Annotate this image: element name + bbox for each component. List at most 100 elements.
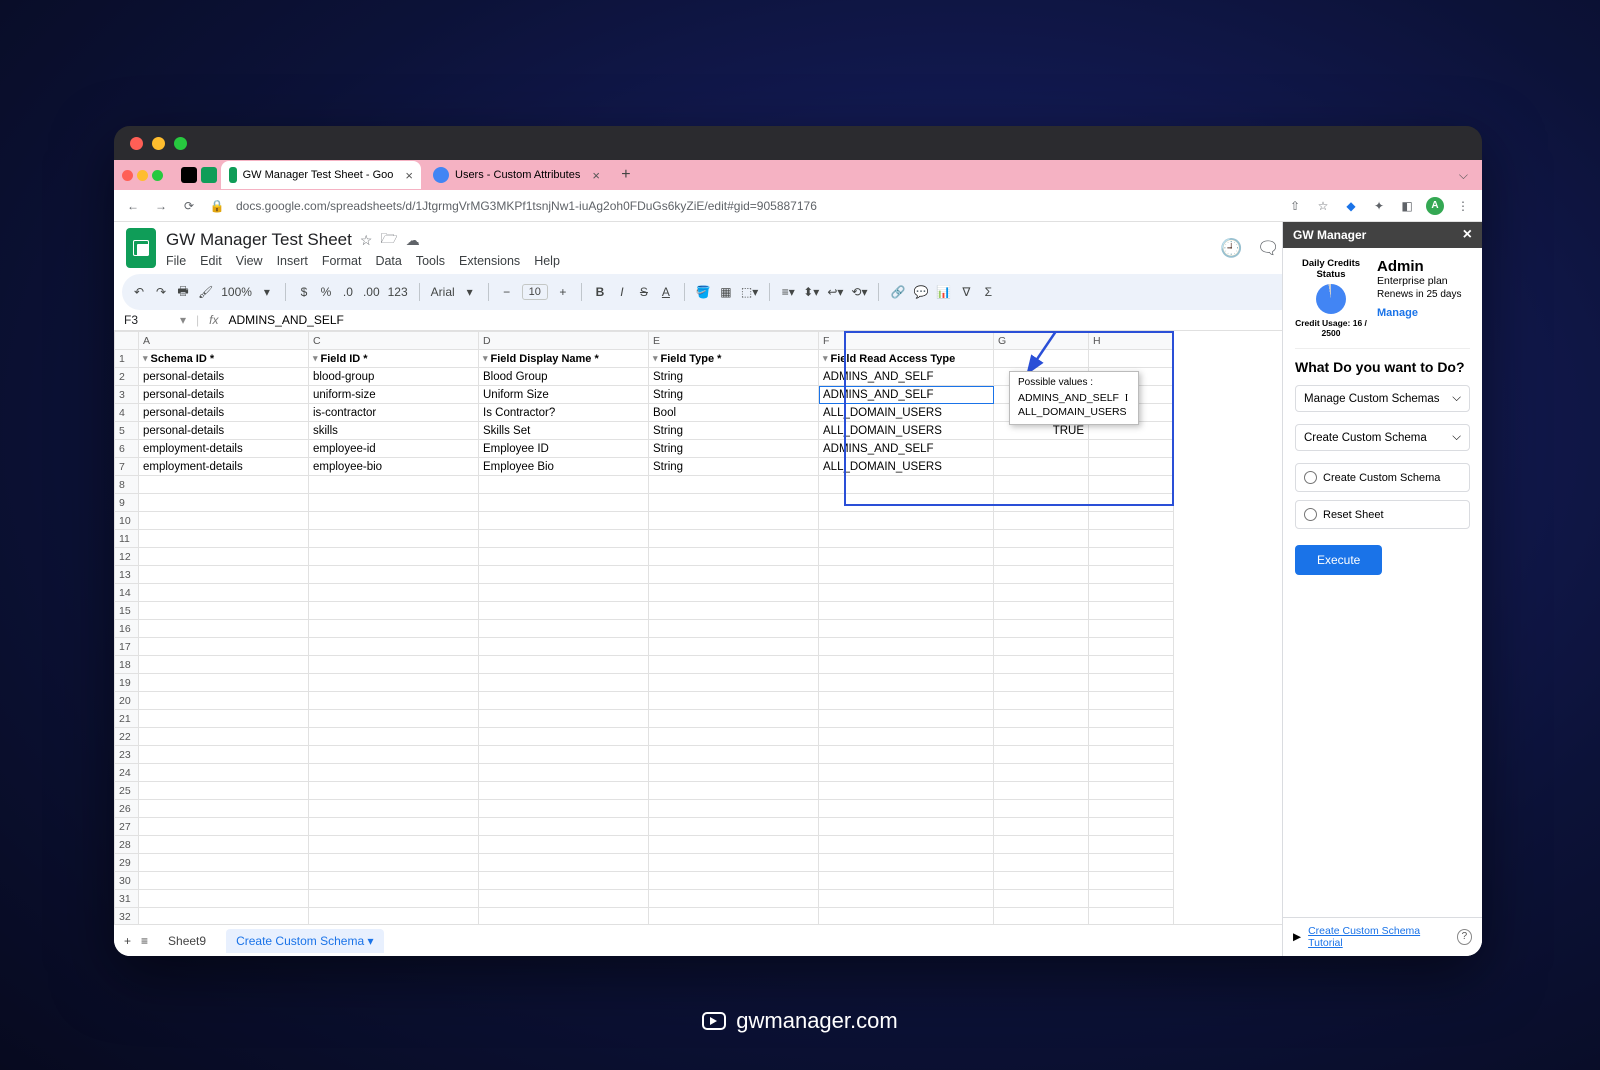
cell[interactable] [479,746,649,764]
cell[interactable] [479,782,649,800]
cell[interactable] [649,494,819,512]
cell[interactable] [139,656,309,674]
cell[interactable] [649,746,819,764]
cell[interactable] [309,674,479,692]
cell[interactable] [819,872,994,890]
option-reset-sheet[interactable]: Reset Sheet [1295,500,1470,529]
cell[interactable] [819,566,994,584]
cell[interactable] [309,728,479,746]
fill-color-icon[interactable]: 🪣 [696,285,711,299]
move-icon[interactable]: 🗁 [380,228,397,252]
row-header[interactable]: 19 [115,674,139,692]
cell[interactable] [479,908,649,925]
cell[interactable]: personal-details [139,422,309,440]
cell[interactable] [309,692,479,710]
cell[interactable]: uniform-size [309,386,479,404]
cell[interactable] [649,548,819,566]
column-header[interactable]: E [649,332,819,350]
cell[interactable] [819,584,994,602]
row-header[interactable]: 24 [115,764,139,782]
browser-tab[interactable]: Users - Custom Attributes × [425,161,608,189]
cell[interactable] [139,566,309,584]
row-header[interactable]: 25 [115,782,139,800]
cell[interactable] [649,818,819,836]
print-icon[interactable]: 🖶 [176,282,190,303]
cell[interactable] [309,836,479,854]
close-icon[interactable]: × [1463,226,1472,244]
cell[interactable]: String [649,368,819,386]
cell[interactable] [1089,818,1174,836]
decrease-font-icon[interactable]: − [500,285,514,299]
cell[interactable] [994,890,1089,908]
cell[interactable] [1089,800,1174,818]
cell[interactable]: String [649,422,819,440]
cell[interactable] [819,674,994,692]
row-header[interactable]: 4 [115,404,139,422]
cell[interactable] [1089,566,1174,584]
cell[interactable] [1089,584,1174,602]
close-icon[interactable]: × [405,168,413,183]
window-zoom-icon[interactable] [174,137,187,150]
cell[interactable] [139,890,309,908]
font-select[interactable]: Arial [431,285,455,299]
row-header[interactable]: 22 [115,728,139,746]
cell[interactable] [1089,638,1174,656]
cell[interactable] [649,836,819,854]
more-formats-icon[interactable]: 123 [388,285,408,299]
star-icon[interactable]: ☆ [360,232,373,249]
menu-file[interactable]: File [166,254,186,268]
cell[interactable] [479,584,649,602]
menu-edit[interactable]: Edit [200,254,222,268]
column-header[interactable]: C [309,332,479,350]
help-icon[interactable]: ? [1457,929,1472,945]
cell[interactable] [819,782,994,800]
window-minimize-icon[interactable] [152,137,165,150]
cell[interactable] [649,476,819,494]
cell[interactable] [994,440,1089,458]
add-sheet-button[interactable]: + [124,934,131,948]
cell[interactable]: employee-bio [309,458,479,476]
cloud-status-icon[interactable]: ☁ [406,232,420,249]
all-sheets-icon[interactable]: ≡ [141,934,148,948]
row-header[interactable]: 18 [115,656,139,674]
cell[interactable] [819,548,994,566]
cell[interactable] [649,872,819,890]
cell[interactable]: Bool [649,404,819,422]
share-url-icon[interactable]: ⇧ [1286,199,1304,213]
cell[interactable] [139,728,309,746]
cell[interactable] [649,728,819,746]
row-header[interactable]: 17 [115,638,139,656]
bookmark-icon[interactable]: ☆ [1314,199,1332,213]
cell[interactable] [309,494,479,512]
cell[interactable] [819,530,994,548]
cell[interactable] [309,530,479,548]
extension-icon[interactable]: ◆ [1342,199,1360,213]
cell[interactable] [649,782,819,800]
cell[interactable] [1089,512,1174,530]
cell[interactable] [819,638,994,656]
row-header[interactable]: 27 [115,818,139,836]
cell[interactable] [649,584,819,602]
increase-decimal-icon[interactable]: .00 [363,285,380,299]
cell[interactable] [649,512,819,530]
cell[interactable]: Employee Bio [479,458,649,476]
cell[interactable] [1089,530,1174,548]
menu-view[interactable]: View [236,254,263,268]
manage-link[interactable]: Manage [1377,307,1418,319]
cell[interactable] [819,836,994,854]
cell[interactable] [649,638,819,656]
option-create-schema[interactable]: Create Custom Schema [1295,463,1470,492]
cell[interactable] [994,800,1089,818]
cell[interactable] [1089,350,1174,368]
sheets-logo-icon[interactable] [126,228,156,268]
cell[interactable] [819,890,994,908]
cell[interactable] [139,854,309,872]
cell[interactable] [1089,476,1174,494]
cell[interactable] [649,656,819,674]
cell[interactable] [994,350,1089,368]
reload-icon[interactable]: ⟳ [180,199,198,213]
cell[interactable] [479,566,649,584]
new-tab-button[interactable]: + [616,165,636,185]
cell[interactable] [994,818,1089,836]
cell[interactable] [994,494,1089,512]
